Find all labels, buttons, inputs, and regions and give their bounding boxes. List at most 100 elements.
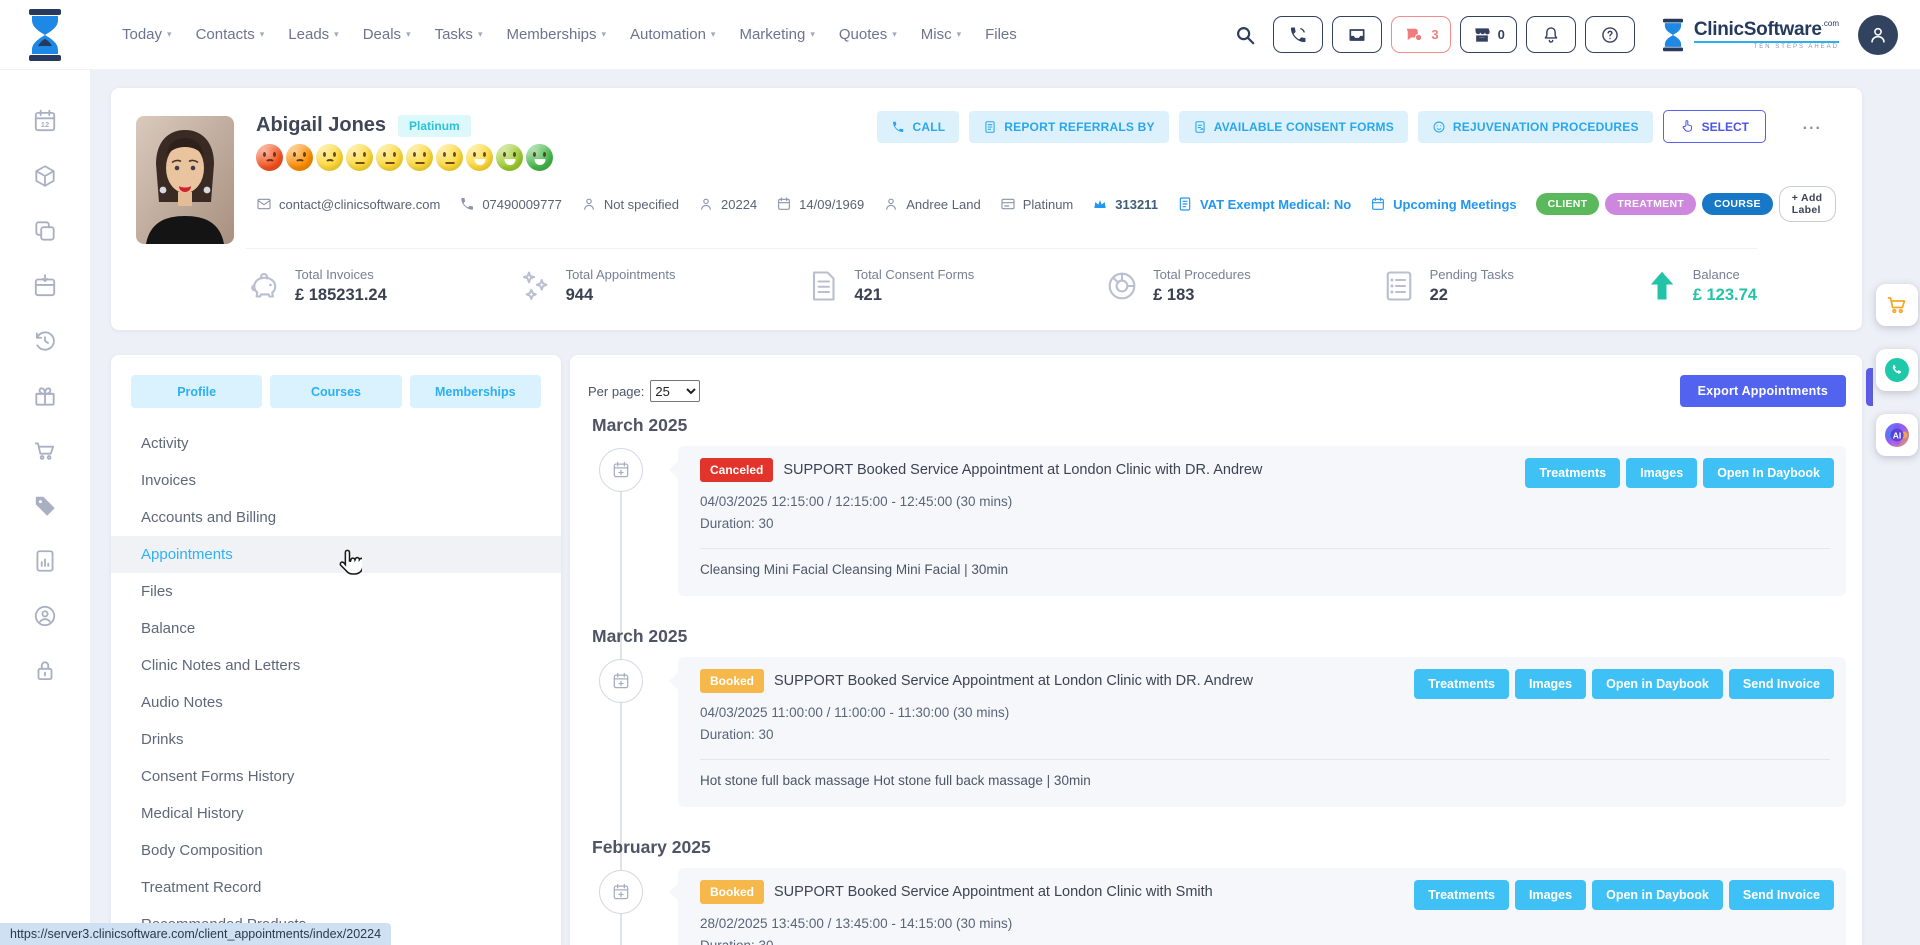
nav-item-misc[interactable]: Misc▾ [921,26,961,43]
bell-button[interactable] [1526,16,1576,53]
send-invoice-button[interactable]: Send Invoice [1729,669,1834,699]
more-actions-button[interactable]: ... [1803,116,1822,134]
floating-whatsapp-button[interactable] [1876,349,1918,391]
client-field-value: contact@clinicsoftware.com [279,197,440,212]
client-photo[interactable] [136,116,234,244]
floating-ai-button[interactable]: AI [1876,414,1918,456]
client-field-value: Not specified [604,197,679,212]
export-appointments-button[interactable]: Export Appointments [1680,375,1846,407]
open-in-daybook-button[interactable]: Open in Daybook [1592,880,1723,910]
appointment-duration: Duration: 30 [700,724,1830,746]
user-circle-icon[interactable] [32,603,58,629]
images-button[interactable]: Images [1626,458,1697,488]
cube-icon[interactable] [32,163,58,189]
nav-item-tasks[interactable]: Tasks▾ [435,26,483,43]
chat-badge: 3 [1431,27,1438,42]
mood-face-4[interactable] [346,144,373,171]
mood-face-1[interactable] [256,144,283,171]
store-button[interactable]: 0 [1460,16,1517,53]
tab-profile[interactable]: Profile [131,375,262,408]
select-button[interactable]: SELECT [1663,110,1766,143]
arrow-up-icon [1644,268,1680,304]
history-icon[interactable] [32,328,58,354]
sidebar-item-clinic-notes-and-letters[interactable]: Clinic Notes and Letters [111,647,561,684]
brand-logo[interactable]: ClinicSoftware.com TEN STEPS AHEAD [1658,18,1839,52]
chat-button[interactable]: 3 [1391,16,1450,53]
mood-face-9[interactable] [496,144,523,171]
sidebar-item-appointments[interactable]: Appointments [111,536,561,573]
appointment-row: BookedSUPPORT Booked Service Appointment… [678,657,1846,807]
vat-exempt-medical-no-link[interactable]: VAT Exempt Medical: No [1177,196,1351,212]
floating-cart-button[interactable] [1876,284,1918,326]
treatments-button[interactable]: Treatments [1414,669,1509,699]
upcoming-meetings-link[interactable]: Upcoming Meetings [1370,196,1517,212]
nav-item-today[interactable]: Today▾ [122,26,172,43]
mood-face-6[interactable] [406,144,433,171]
calendar-import-icon[interactable] [32,273,58,299]
client-stats-row: Total Invoices£ 185231.24Total Appointme… [246,248,1757,305]
mood-face-3[interactable] [316,144,343,171]
label-pill-client[interactable]: CLIENT [1536,193,1600,215]
gift-icon[interactable] [32,383,58,409]
mood-face-5[interactable] [376,144,403,171]
label-pill-course[interactable]: COURSE [1702,193,1773,215]
mood-face-2[interactable] [286,144,313,171]
treatments-button[interactable]: Treatments [1414,880,1509,910]
nav-item-marketing[interactable]: Marketing▾ [739,26,814,43]
sidebar-item-body-composition[interactable]: Body Composition [111,832,561,869]
rejuvenation-procedures-button[interactable]: REJUVENATION PROCEDURES [1418,111,1653,143]
nav-item-contacts[interactable]: Contacts▾ [196,26,265,43]
sidebar-item-files[interactable]: Files [111,573,561,610]
sidebar-item-consent-forms-history[interactable]: Consent Forms History [111,758,561,795]
mood-face-10[interactable] [526,144,553,171]
sidebar-item-treatment-record[interactable]: Treatment Record [111,869,561,906]
call-button[interactable]: CALL [877,111,959,143]
user-avatar[interactable] [1858,15,1898,55]
nav-item-quotes[interactable]: Quotes▾ [839,26,897,43]
calendar-12-icon[interactable]: 12 [32,108,58,134]
side-panel-handle[interactable] [1866,368,1873,406]
open-in-daybook-button[interactable]: Open in Daybook [1592,669,1723,699]
appointment-title: SUPPORT Booked Service Appointment at Lo… [783,462,1262,478]
treatments-button[interactable]: Treatments [1525,458,1620,488]
inbox-button[interactable] [1332,16,1382,53]
sidebar-item-accounts-and-billing[interactable]: Accounts and Billing [111,499,561,536]
chart-file-icon[interactable] [32,548,58,574]
donut-icon [1104,268,1140,304]
images-button[interactable]: Images [1515,669,1586,699]
search-icon[interactable] [1234,24,1256,46]
copy-icon[interactable] [32,218,58,244]
price-tag-icon[interactable] [32,493,58,519]
help-button[interactable] [1585,16,1635,53]
nav-item-deals[interactable]: Deals▾ [363,26,411,43]
sidebar-item-medical-history[interactable]: Medical History [111,795,561,832]
nav-item-leads[interactable]: Leads▾ [288,26,338,43]
label-pill-treatment[interactable]: TREATMENT [1605,193,1696,215]
cart-icon[interactable] [32,438,58,464]
send-invoice-button[interactable]: Send Invoice [1729,880,1834,910]
available-consent-forms-button[interactable]: AVAILABLE CONSENT FORMS [1179,111,1408,143]
mood-face-8[interactable] [466,144,493,171]
sidebar-item-balance[interactable]: Balance [111,610,561,647]
app-logo[interactable] [0,9,90,61]
lock-icon[interactable] [32,658,58,684]
report-referrals-by-button[interactable]: REPORT REFERRALS BY [969,111,1168,143]
stat-total-appointments: Total Appointments944 [517,267,676,305]
mood-face-7[interactable] [436,144,463,171]
per-page-select[interactable]: 25 [650,380,700,402]
sidebar-item-drinks[interactable]: Drinks [111,721,561,758]
nav-item-automation[interactable]: Automation▾ [630,26,715,43]
tab-memberships[interactable]: Memberships [410,375,541,408]
images-button[interactable]: Images [1515,880,1586,910]
nav-item-files[interactable]: Files [985,26,1017,43]
tab-courses[interactable]: Courses [270,375,401,408]
calendar-icon [776,196,792,212]
sidebar-item-audio-notes[interactable]: Audio Notes [111,684,561,721]
sidebar-item-activity[interactable]: Activity [111,425,561,462]
nav-item-memberships[interactable]: Memberships▾ [506,26,606,43]
sidebar-item-invoices[interactable]: Invoices [111,462,561,499]
open-in-daybook-button[interactable]: Open In Daybook [1703,458,1834,488]
add-label-button[interactable]: + Add Label [1779,186,1836,222]
appointment-service: Cleansing Mini Facial Cleansing Mini Fac… [700,562,1830,582]
phone-call-button[interactable] [1273,16,1323,53]
